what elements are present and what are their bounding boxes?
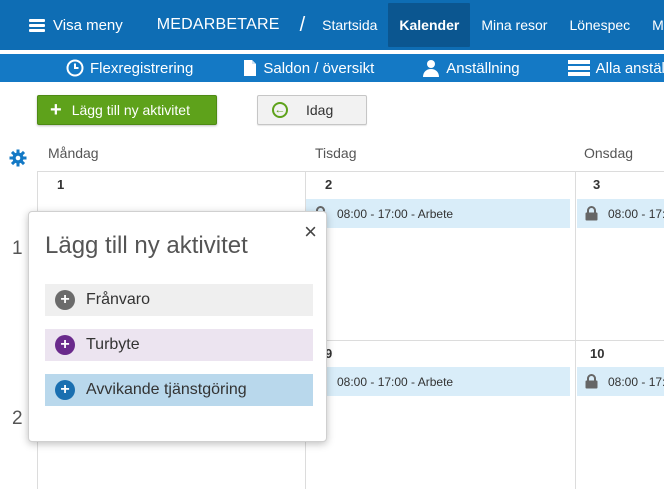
calendar-event[interactable]: 08:00 - 17:00 - Arbete (306, 199, 570, 228)
week-number: 1 (12, 238, 23, 259)
top-navbar: Visa meny MEDARBETARE / Startsida Kalend… (0, 0, 664, 50)
add-activity-label: Lägg till ny aktivitet (71, 102, 190, 118)
lock-icon (585, 206, 598, 221)
nav-startsida[interactable]: Startsida (311, 0, 388, 50)
subnav-label: Anställning (446, 59, 520, 77)
option-label: Avvikande tjänstgöring (86, 381, 247, 398)
add-activity-button[interactable]: + Lägg till ny aktivitet (37, 95, 217, 125)
event-label: 08:00 - 17:00 (608, 374, 664, 389)
close-icon[interactable]: × (304, 219, 317, 245)
subnav-flexregistrering[interactable]: Flexregistrering (66, 59, 193, 77)
show-menu-label: Visa meny (53, 16, 123, 34)
section-title: MEDARBETARE (156, 16, 280, 33)
nav-min-arb[interactable]: Min arb (641, 0, 664, 50)
subnav-label: Flexregistrering (90, 59, 194, 77)
arrow-left-circle-icon: ← (272, 102, 288, 118)
option-label: Frånvaro (86, 291, 151, 308)
person-icon (422, 59, 440, 77)
date-cell-number[interactable]: 10 (590, 346, 604, 361)
option-avvikande-tjanstgoring[interactable]: + Avvikande tjänstgöring (45, 374, 313, 406)
subnav-alla-anstallda[interactable]: Alla anstäl (567, 59, 664, 77)
nav-lonespec[interactable]: Lönespec (558, 0, 641, 50)
subnav-label: Saldon / översikt (263, 59, 375, 77)
subnav-anstallning[interactable]: Anställning (422, 59, 520, 77)
today-label: Idag (306, 102, 334, 118)
grid-line (37, 171, 664, 172)
popup-title: Lägg till ny aktivitet (45, 232, 248, 259)
event-label: 08:00 - 17:00 (608, 206, 664, 221)
plus-circle-icon: + (55, 380, 75, 400)
show-menu-button[interactable]: Visa meny (0, 0, 123, 50)
calendar-event[interactable]: 08:00 - 17:00 - Arbete (306, 367, 570, 396)
week-number: 2 (12, 408, 23, 429)
option-label: Turbyte (86, 336, 140, 353)
nav-kalender[interactable]: Kalender (388, 3, 471, 47)
calendar-settings-gear-icon[interactable] (9, 149, 27, 172)
document-icon (243, 59, 257, 77)
breadcrumb-separator: / (299, 13, 306, 36)
date-cell-number[interactable]: 3 (593, 177, 600, 192)
lock-icon (585, 374, 598, 389)
day-header-monday: Måndag (48, 145, 99, 161)
event-label: 08:00 - 17:00 - Arbete (337, 206, 454, 221)
plus-circle-icon: + (55, 335, 75, 355)
hamburger-icon (29, 18, 45, 32)
clock-icon (66, 59, 84, 77)
subnav-saldon[interactable]: Saldon / översikt (243, 59, 374, 77)
option-franvaro[interactable]: + Frånvaro (45, 284, 313, 316)
list-icon (567, 59, 590, 77)
today-button[interactable]: ← Idag (257, 95, 367, 125)
day-header-tuesday: Tisdag (315, 145, 357, 161)
calendar-event[interactable]: 08:00 - 17:00 (577, 367, 664, 396)
plus-circle-icon: + (55, 290, 75, 310)
date-cell-number[interactable]: 1 (57, 177, 64, 192)
calendar-event[interactable]: 08:00 - 17:00 (577, 199, 664, 228)
plus-icon: + (50, 99, 62, 121)
grid-line (575, 171, 576, 489)
toolbar: + Lägg till ny aktivitet ← Idag (37, 95, 367, 125)
nav-mina-resor[interactable]: Mina resor (470, 0, 558, 50)
sub-navbar: Flexregistrering Saldon / översikt Anstä… (0, 54, 664, 82)
date-cell-number[interactable]: 2 (325, 177, 332, 192)
option-turbyte[interactable]: + Turbyte (45, 329, 313, 361)
day-header-wednesday: Onsdag (584, 145, 634, 161)
event-label: 08:00 - 17:00 - Arbete (337, 374, 454, 389)
subnav-label: Alla anstäl (595, 59, 664, 77)
add-activity-popup: Lägg till ny aktivitet × + Frånvaro + Tu… (28, 211, 327, 442)
